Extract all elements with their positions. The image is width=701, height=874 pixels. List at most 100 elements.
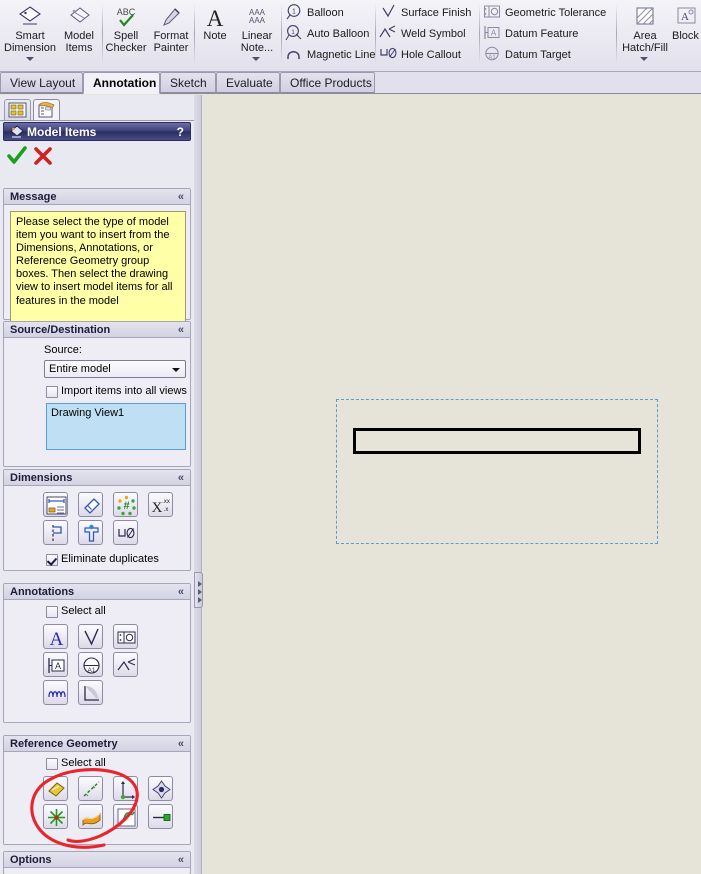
spell-checker-button[interactable]: ABC Spell Checker [103, 2, 149, 54]
annotations-select-all-checkbox[interactable] [46, 606, 58, 618]
tab-office-products[interactable]: Office Products [280, 72, 375, 93]
balloon-button[interactable]: 1 Balloon [285, 3, 344, 24]
tab-view-layout[interactable]: View Layout [0, 72, 83, 93]
linear-note-label-1: Linear [241, 30, 273, 42]
section-options-header[interactable]: Options « [4, 852, 190, 868]
linear-note-dropdown-icon[interactable] [252, 56, 261, 62]
surfaces-button[interactable] [78, 804, 103, 829]
section-annotations-header[interactable]: Annotations « [4, 584, 190, 600]
caterpillars-button[interactable] [43, 680, 68, 705]
datum-feature-button[interactable]: A Datum Feature [483, 24, 578, 45]
format-painter-label-1: Format [153, 30, 189, 42]
import-all-views-checkbox[interactable] [46, 386, 58, 398]
drawing-view-selection-boundary[interactable] [336, 399, 658, 544]
section-dimensions-header[interactable]: Dimensions « [4, 470, 190, 486]
chevron-up-icon[interactable]: « [178, 470, 184, 486]
tolerance-dimensions-button[interactable]: X .xx .x [148, 492, 173, 517]
svg-text:A: A [681, 11, 689, 23]
reference-geometry-select-all-checkbox[interactable] [46, 758, 58, 770]
auto-balloon-button[interactable]: 1 Auto Balloon [285, 24, 369, 45]
tab-annotation[interactable]: Annotation [83, 72, 160, 94]
model-items-icon [56, 4, 102, 30]
chevron-up-icon[interactable]: « [178, 852, 184, 868]
weld-symbol-button[interactable]: Weld Symbol [379, 24, 466, 45]
points-button[interactable] [148, 776, 173, 801]
instance-revolution-counts-button[interactable]: # [113, 492, 138, 517]
feature-manager-tab[interactable] [4, 99, 31, 120]
cancel-button[interactable] [32, 145, 54, 170]
chevron-up-icon[interactable]: « [178, 322, 184, 338]
blocks-button[interactable]: A Block [672, 2, 701, 43]
tab-sketch[interactable]: Sketch [160, 72, 216, 93]
hole-callout-button[interactable] [113, 520, 138, 545]
destination-views-list[interactable]: Drawing View1 [46, 403, 186, 450]
drawing-view-geometry-rectangle[interactable] [353, 428, 641, 454]
ribbon-group-dimension: Smart Dimension Model Items [0, 0, 102, 70]
planes-button[interactable] [43, 776, 68, 801]
not-marked-for-drawing-button[interactable] [78, 492, 103, 517]
eliminate-duplicates-checkbox[interactable] [46, 554, 58, 566]
geometric-tolerances-button[interactable] [113, 624, 138, 649]
property-manager-tab[interactable] [33, 99, 60, 121]
help-icon[interactable]: ? [177, 123, 184, 142]
ribbon-separator-3 [281, 4, 282, 64]
magnetic-line-button[interactable]: Magnetic Line [285, 45, 376, 66]
hole-wizard-locations-button[interactable] [78, 520, 103, 545]
linear-note-icon: AAA AAA [233, 4, 281, 30]
datums-button[interactable]: A [43, 652, 68, 677]
curves-button[interactable] [113, 804, 138, 829]
property-manager-title: Model Items [27, 125, 97, 139]
chevron-up-icon[interactable]: « [178, 736, 184, 752]
axes-button[interactable] [78, 776, 103, 801]
dowel-pin-symbol-icon [84, 686, 99, 701]
chevron-up-icon[interactable]: « [178, 584, 184, 600]
panel-splitter-grip[interactable] [194, 572, 203, 608]
area-hatch-icon [618, 4, 672, 30]
section-reference-geometry-header[interactable]: Reference Geometry « [4, 736, 190, 752]
area-hatch-label-1: Area [633, 30, 657, 42]
marked-for-drawing-button[interactable] [43, 492, 68, 517]
smart-dimension-dropdown-icon[interactable] [26, 56, 35, 62]
coordinate-systems-button[interactable] [113, 776, 138, 801]
linear-note-button[interactable]: AAA AAA Linear Note... [233, 2, 281, 54]
notes-button[interactable]: A [43, 624, 68, 649]
section-reference-geometry: Reference Geometry « Select all [3, 735, 191, 845]
format-painter-button[interactable]: Format Painter [148, 2, 194, 54]
chevron-right-icon [198, 597, 202, 603]
graphics-area[interactable] [203, 95, 701, 874]
svg-text:A: A [55, 661, 61, 671]
ribbon-separator-6 [616, 4, 617, 64]
chevron-down-icon[interactable] [169, 362, 184, 376]
source-select-value: Entire model [49, 363, 111, 375]
ok-button[interactable] [6, 145, 28, 170]
list-item[interactable]: Drawing View1 [51, 407, 185, 419]
geometric-tolerance-button[interactable]: Geometric Tolerance [483, 3, 606, 24]
surface-finish-button[interactable]: Surface Finish [379, 3, 471, 24]
hole-wizard-profile-icon [52, 525, 62, 542]
linear-note-label-2: Note... [240, 41, 274, 54]
weld-symbols-button[interactable] [113, 652, 138, 677]
chevron-up-icon[interactable]: « [178, 189, 184, 205]
surface-finish-symbols-button[interactable] [78, 624, 103, 649]
model-items-button[interactable]: Model Items [56, 2, 102, 54]
datum-targets-button[interactable]: A1 [78, 652, 103, 677]
smart-dimension-button[interactable]: Smart Dimension [2, 2, 58, 54]
section-source-destination-header[interactable]: Source/Destination « [4, 322, 190, 338]
dowel-pin-symbols-button[interactable] [78, 680, 103, 705]
section-message-header[interactable]: Message « [4, 189, 190, 205]
panel-splitter[interactable] [194, 95, 202, 874]
area-hatch-dropdown-icon[interactable] [640, 56, 649, 62]
hole-callout-button[interactable]: Hole Callout [379, 45, 461, 66]
section-annotations-title: Annotations [10, 586, 75, 598]
hole-wizard-profiles-button[interactable] [43, 520, 68, 545]
datum-target-button[interactable]: A1 Datum Target [483, 45, 571, 66]
routing-points-button[interactable] [148, 804, 173, 829]
point-icon [152, 780, 171, 799]
svg-text:A1: A1 [88, 667, 96, 674]
caterpillar-icon [48, 691, 66, 698]
note-button[interactable]: A Note [195, 2, 235, 43]
area-hatch-fill-button[interactable]: Area Hatch/Fill [618, 2, 672, 54]
tab-evaluate[interactable]: Evaluate [216, 72, 280, 93]
source-select[interactable]: Entire model [44, 360, 186, 378]
origins-button[interactable] [43, 804, 68, 829]
